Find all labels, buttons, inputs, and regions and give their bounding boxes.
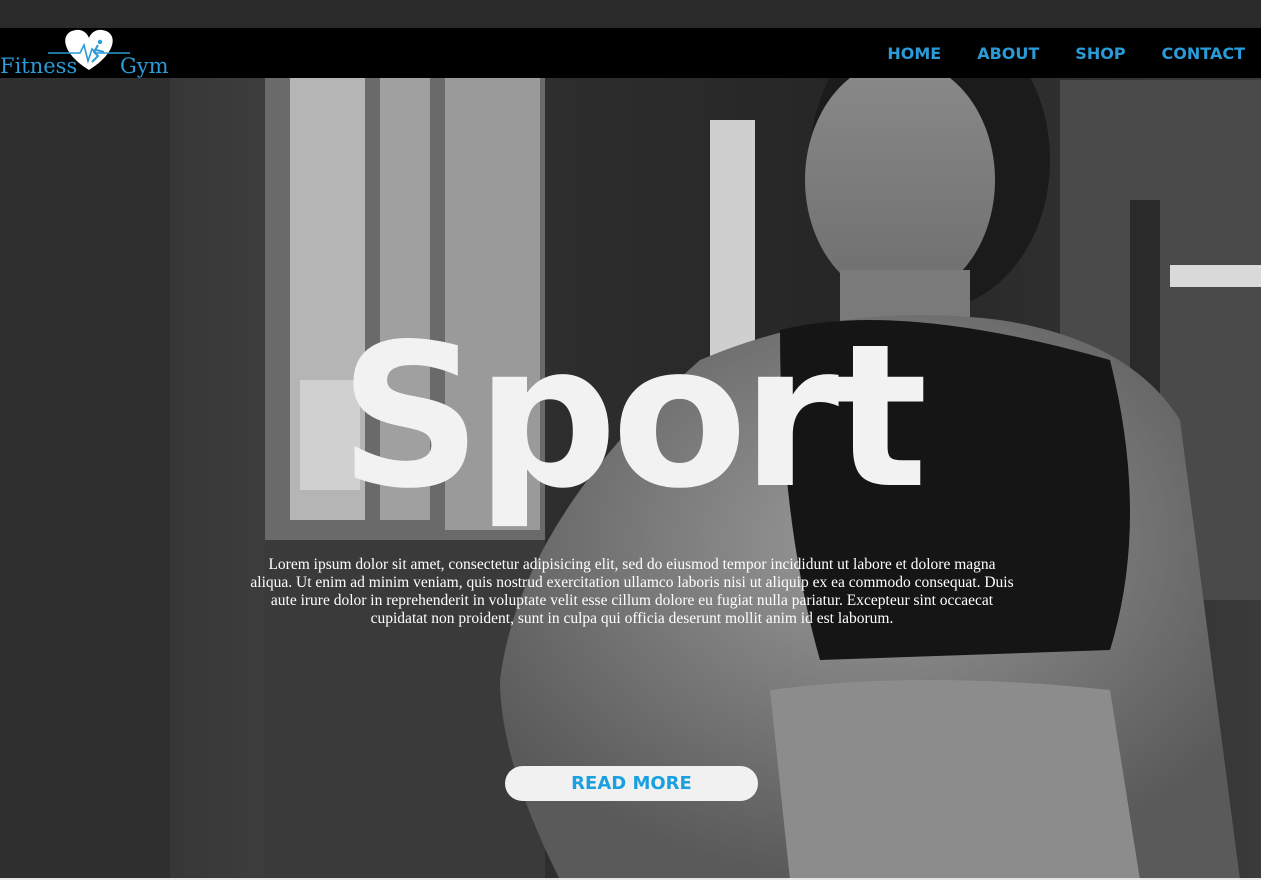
main-nav: HOME ABOUT SHOP CONTACT	[851, 44, 1245, 63]
hero-headline: Sport	[339, 301, 928, 532]
nav-item-home[interactable]: HOME	[887, 44, 941, 63]
brand-name-left: Fitness	[0, 54, 78, 78]
nav-item-contact[interactable]: CONTACT	[1162, 44, 1245, 63]
brand-name-right: Gym	[120, 54, 169, 78]
hero-body-text: Lorem ipsum dolor sit amet, consectetur …	[250, 556, 1014, 627]
nav-item-about[interactable]: ABOUT	[977, 44, 1039, 63]
top-strip	[0, 0, 1261, 28]
nav-item-shop[interactable]: SHOP	[1075, 44, 1125, 63]
read-more-button[interactable]: READ MORE	[505, 766, 758, 801]
brand-logo[interactable]: Fitness Gym	[0, 28, 180, 78]
hero-section: Fitness Gym HOME ABOUT SHOP CONTACT Spor…	[0, 0, 1261, 880]
